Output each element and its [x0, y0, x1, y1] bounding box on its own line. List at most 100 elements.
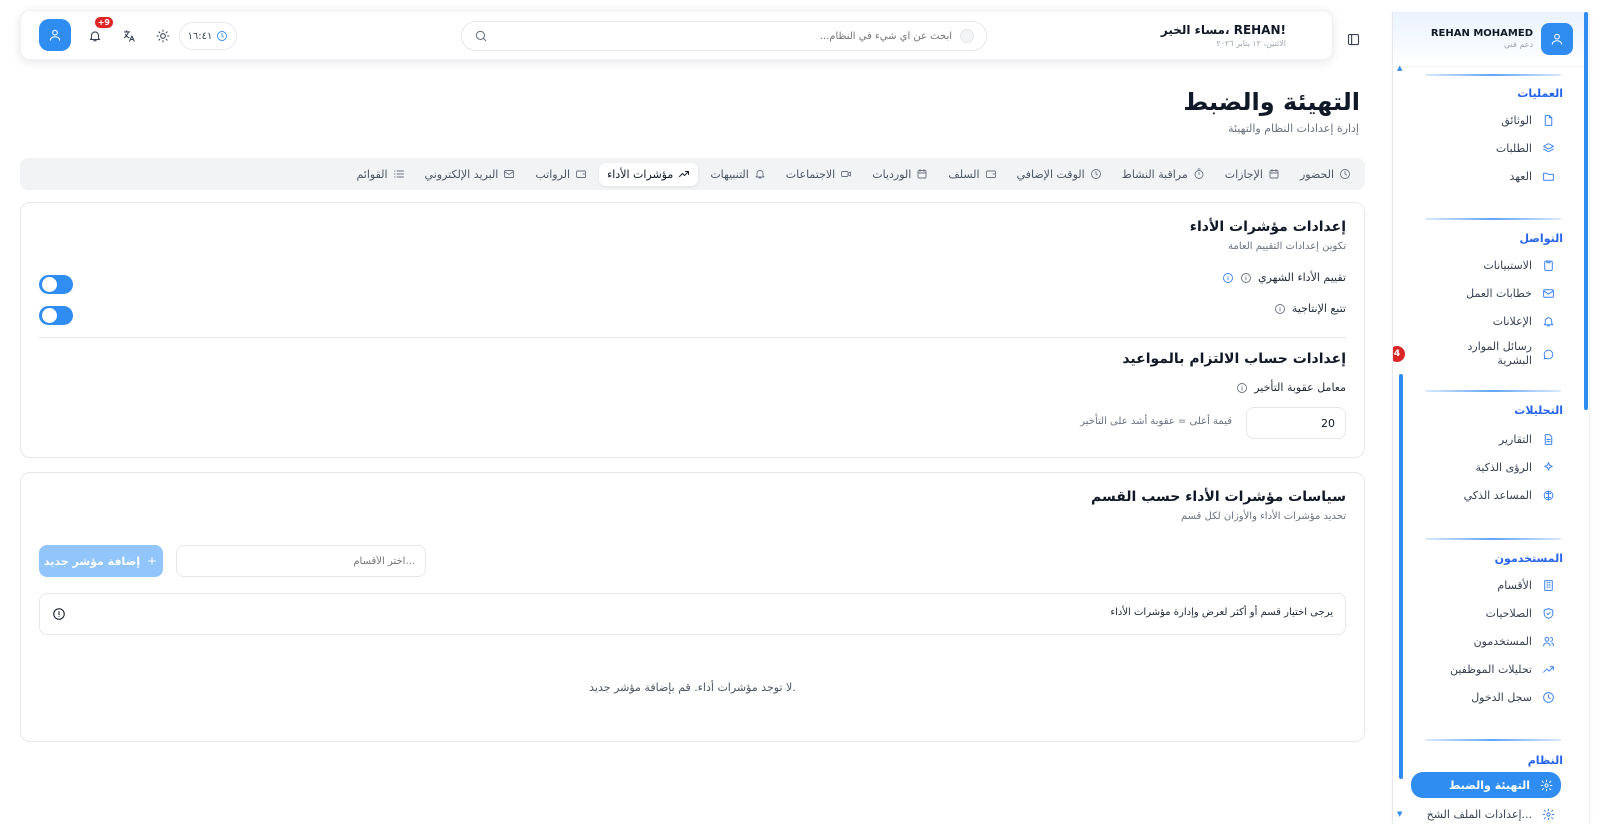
section-communication: التواصل	[1519, 232, 1563, 245]
language-button[interactable]	[115, 21, 143, 51]
tab-lists[interactable]: القوائم	[348, 163, 412, 186]
productivity-row: تتبع الإنتاجية	[1274, 302, 1346, 315]
notifications-button[interactable]: +9	[81, 17, 113, 51]
calendar-icon	[1269, 169, 1279, 179]
tab-label: الوقت الإضافي	[1016, 167, 1085, 181]
sidebar-item-smart-insights[interactable]: الرؤى الذكية	[1407, 455, 1555, 479]
sidebar-item-ai-assistant[interactable]: المساعد الذكي	[1407, 483, 1555, 507]
info-icon[interactable]	[1222, 272, 1234, 284]
sidebar: REHAN MOHAMED دعم فني ▲ ▼ العمليات الوثا…	[1392, 12, 1590, 824]
sidebar-item-label: خطابات العمل	[1466, 286, 1532, 300]
sidebar-item-requests[interactable]: الطلبات	[1407, 136, 1555, 160]
section-divider	[1425, 739, 1561, 741]
tab-activity-monitoring[interactable]: مراقبة النشاط	[1114, 163, 1213, 186]
punctuality-title: إعدادات حساب الالتزام بالمواعيد	[1122, 351, 1346, 367]
sidebar-item-documents[interactable]: الوثائق	[1407, 108, 1555, 132]
tab-label: الرواتب	[535, 167, 571, 181]
info-icon	[53, 608, 65, 620]
search-input[interactable]	[496, 30, 952, 42]
sidebar-item-label: الأقسام	[1497, 578, 1532, 592]
search-shortcut-indicator	[960, 29, 974, 43]
monthly-eval-toggle[interactable]	[39, 275, 73, 294]
add-kpi-label: إضافة مؤشر جديد	[43, 554, 141, 568]
penalty-factor-input[interactable]	[1246, 407, 1346, 439]
sidebar-item-label: الوثائق	[1501, 113, 1532, 127]
sidebar-item-custody[interactable]: العهد	[1407, 164, 1555, 188]
sidebar-item-login-log[interactable]: سجل الدخول	[1407, 685, 1555, 709]
bell-icon	[89, 31, 101, 42]
tab-kpi[interactable]: مؤشرات الأداء	[599, 162, 699, 186]
sidebar-toggle-button[interactable]	[1346, 32, 1361, 47]
productivity-toggle[interactable]	[39, 306, 73, 325]
sidebar-item-departments[interactable]: الأقسام	[1407, 573, 1555, 597]
search-icon[interactable]	[474, 29, 488, 43]
user-icon	[49, 29, 61, 41]
add-kpi-button[interactable]: إضافة مؤشر جديد	[39, 545, 163, 577]
clock-icon	[1543, 691, 1554, 703]
sidebar-item-surveys[interactable]: الاستبيانات	[1407, 253, 1555, 277]
sidebar-item-label: الرؤى الذكية	[1475, 460, 1532, 474]
tab-overtime[interactable]: الوقت الإضافي	[1009, 163, 1110, 186]
tab-payroll[interactable]: الرواتب	[527, 163, 595, 186]
penalty-label: معامل عقوبة التأخير	[1254, 381, 1346, 394]
sidebar-item-label: رسائل الموارد البشرية	[1467, 339, 1533, 367]
trending-up-icon	[1543, 665, 1554, 673]
sidebar-item-users[interactable]: المستخدمون	[1407, 629, 1555, 653]
dept-policies-title: سياسات مؤشرات الأداء حسب القسم	[1091, 489, 1346, 505]
tab-advances[interactable]: السلف	[940, 163, 1004, 186]
tab-email[interactable]: البريد الإلكتروني	[417, 163, 524, 186]
sidebar-item-hr-messages[interactable]: 4 رسائل الموارد البشرية	[1393, 336, 1555, 372]
sidebar-item-label: الاستبيانات	[1483, 258, 1532, 272]
user-avatar[interactable]	[1541, 23, 1573, 55]
section-system: النظام	[1527, 754, 1563, 767]
users-icon	[1543, 636, 1554, 646]
mail-icon	[504, 170, 515, 178]
trending-up-icon	[679, 171, 690, 177]
info-icon[interactable]	[1274, 303, 1286, 315]
sparkles-icon	[1544, 461, 1553, 471]
kpi-settings-card: إعدادات مؤشرات الأداء تكوين إعدادات التق…	[20, 202, 1365, 458]
clock-icon	[217, 31, 228, 41]
sidebar-item-work-letters[interactable]: خطابات العمل	[1407, 281, 1555, 305]
tab-label: القوائم	[356, 167, 388, 181]
document-icon	[1544, 114, 1553, 126]
sidebar-item-employee-analytics[interactable]: تحليلات الموظفين	[1407, 657, 1555, 681]
sidebar-scroll-indicator[interactable]	[1399, 374, 1403, 779]
monthly-eval-row: تقييم الأداء الشهري	[1222, 271, 1346, 284]
sidebar-item-configuration[interactable]: التهيئة والضبط	[1411, 772, 1561, 798]
profile-button[interactable]	[39, 19, 71, 51]
section-divider	[1425, 74, 1561, 76]
penalty-hint: قيمة أعلى = عقوبة أشد على التأخير	[1080, 416, 1232, 427]
section-operations: العمليات	[1517, 87, 1563, 100]
clipboard-icon	[1544, 260, 1553, 271]
sidebar-item-reports[interactable]: التقارير	[1407, 427, 1555, 451]
info-icon[interactable]	[1240, 272, 1252, 284]
scroll-down-arrow-icon[interactable]: ▼	[1397, 810, 1402, 818]
clock-time: ١٦:٤١	[187, 30, 213, 42]
tab-shifts[interactable]: الورديات	[864, 163, 936, 186]
kpi-settings-title: إعدادات مؤشرات الأداء	[1189, 219, 1346, 235]
sidebar-item-permissions[interactable]: الصلاحيات	[1407, 601, 1555, 625]
productivity-label: تتبع الإنتاجية	[1291, 302, 1346, 315]
global-search[interactable]	[461, 21, 987, 51]
sidebar-item-profile-settings[interactable]: إعدادات الملف الشخ...	[1407, 802, 1555, 824]
sidebar-scrollbar[interactable]	[1583, 12, 1589, 824]
wallet-icon	[985, 170, 996, 178]
top-header: مساء الخير، REHAN! الاثنين، ١٢ يناير ٢٠٢…	[20, 10, 1333, 60]
tab-alerts[interactable]: التنبيهات	[702, 163, 773, 186]
tab-leaves[interactable]: الإجازات	[1217, 163, 1288, 186]
brain-icon	[1543, 490, 1554, 500]
translate-icon	[123, 30, 135, 42]
chat-icon	[1543, 349, 1554, 359]
tab-attendance[interactable]: الحضور	[1292, 163, 1359, 186]
scroll-up-arrow-icon[interactable]: ▲	[1397, 64, 1402, 72]
info-icon[interactable]	[1236, 382, 1248, 394]
layers-icon	[1543, 142, 1554, 152]
sidebar-item-label: الطلبات	[1495, 141, 1532, 155]
tab-meetings[interactable]: الاجتماعات	[778, 163, 860, 186]
sidebar-item-label: التقارير	[1498, 432, 1532, 446]
department-select[interactable]	[176, 545, 426, 577]
sidebar-item-announcements[interactable]: الإعلانات	[1407, 309, 1555, 333]
theme-toggle-button[interactable]	[149, 21, 177, 51]
sidebar-header: REHAN MOHAMED دعم فني	[1393, 12, 1589, 67]
